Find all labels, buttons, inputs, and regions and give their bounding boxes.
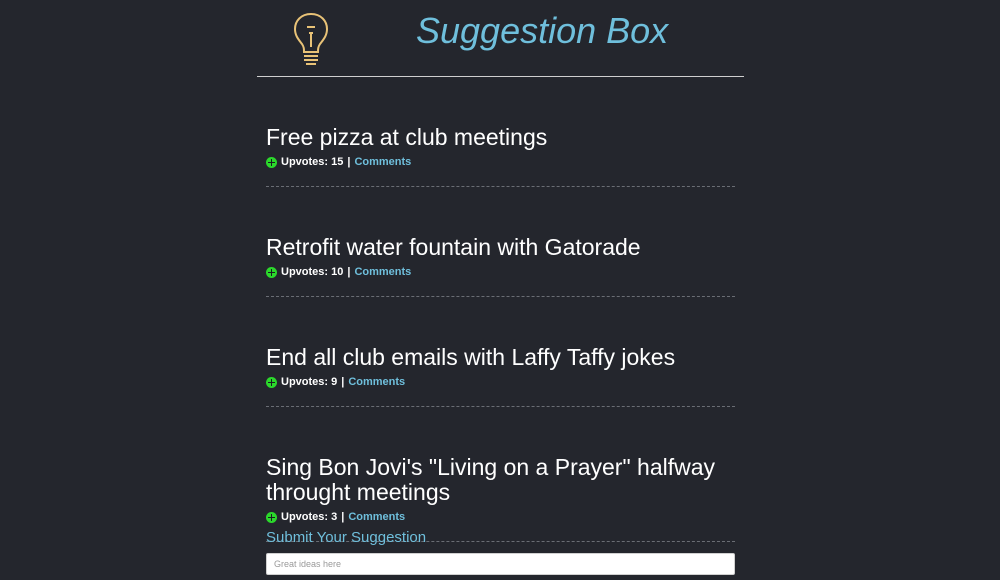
suggestion-meta: Upvotes: 3 | Comments [266, 510, 735, 524]
upvote-plus-icon[interactable] [266, 376, 277, 388]
upvote-count: Upvotes: 10 [281, 266, 344, 278]
suggestion-list: Free pizza at club meetings Upvotes: 15 … [266, 77, 735, 542]
suggestion-meta: Upvotes: 9 | Comments [266, 375, 735, 389]
upvote-plus-icon[interactable] [266, 266, 277, 278]
upvote-plus-icon[interactable] [266, 156, 277, 168]
suggestion-item: End all club emails with Laffy Taffy jok… [266, 297, 735, 407]
separator: | [347, 266, 351, 278]
suggestion-item: Sing Bon Jovi's "Living on a Prayer" hal… [266, 407, 735, 542]
separator: | [341, 376, 345, 388]
suggestion-title: Free pizza at club meetings [266, 124, 548, 150]
suggestion-input[interactable] [266, 553, 735, 575]
suggestion-item: Retrofit water fountain with Gatorade Up… [266, 187, 735, 297]
comments-link[interactable]: Comments [354, 265, 411, 279]
suggestion-meta: Upvotes: 15 | Comments [266, 155, 735, 169]
separator: | [341, 511, 345, 523]
upvote-count: Upvotes: 3 [281, 511, 338, 523]
suggestion-title: Sing Bon Jovi's "Living on a Prayer" hal… [266, 454, 716, 505]
separator: | [347, 156, 351, 168]
upvote-count: Upvotes: 15 [281, 156, 344, 168]
lightbulb-icon [293, 12, 329, 65]
suggestion-meta: Upvotes: 10 | Comments [266, 265, 735, 279]
upvote-count: Upvotes: 9 [281, 376, 338, 388]
header: Suggestion Box [257, 0, 744, 77]
suggestion-title: Retrofit water fountain with Gatorade [266, 234, 641, 260]
suggestion-title: End all club emails with Laffy Taffy jok… [266, 344, 676, 370]
suggestion-item: Free pizza at club meetings Upvotes: 15 … [266, 77, 735, 187]
comments-link[interactable]: Comments [354, 155, 411, 169]
comments-link[interactable]: Comments [348, 510, 405, 524]
comments-link[interactable]: Comments [348, 375, 405, 389]
main-container: Suggestion Box Free pizza at club meetin… [257, 0, 744, 575]
upvote-plus-icon[interactable] [266, 511, 277, 523]
page-title: Suggestion Box [416, 10, 669, 51]
submit-heading: Submit Your Suggestion [266, 529, 427, 546]
